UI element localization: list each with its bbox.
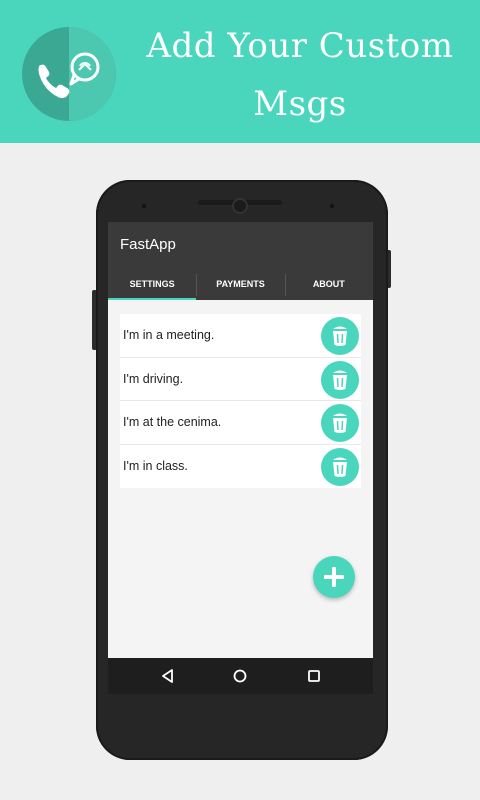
back-icon: [162, 669, 173, 683]
list-item[interactable]: I'm driving.: [120, 358, 361, 401]
list-item[interactable]: I'm at the cenima.: [120, 401, 361, 445]
message-text: I'm in a meeting.: [123, 328, 215, 342]
list-item[interactable]: I'm in class.: [120, 445, 361, 489]
delete-button[interactable]: [321, 317, 359, 355]
delete-button[interactable]: [321, 404, 359, 442]
app-toolbar: FastApp SETTINGS PAYMENTS ABOUT: [108, 222, 373, 300]
trash-icon: [333, 457, 347, 477]
tab-about[interactable]: ABOUT: [284, 270, 373, 300]
delete-button[interactable]: [321, 447, 359, 486]
recents-button[interactable]: [304, 666, 324, 686]
home-button[interactable]: [230, 666, 250, 686]
list-item[interactable]: I'm in a meeting.: [120, 314, 361, 358]
add-message-button[interactable]: [313, 556, 355, 598]
home-icon: [233, 669, 247, 683]
trash-icon: [333, 370, 347, 390]
chat-bubble-icon: [69, 52, 100, 86]
front-camera: [232, 198, 248, 214]
delete-button[interactable]: [321, 360, 359, 399]
message-text: I'm in class.: [123, 458, 188, 473]
selected-tab-indicator: [108, 298, 196, 300]
proximity-sensor: [142, 204, 146, 208]
phone-icon: [38, 64, 70, 99]
app-title: FastApp: [120, 236, 176, 253]
plus-icon: [324, 567, 344, 587]
message-text: I'm at the cenima.: [123, 415, 222, 429]
phone-screen: FastApp SETTINGS PAYMENTS ABOUT I'm in a…: [108, 222, 373, 694]
banner-title-line2: Msgs: [253, 84, 347, 124]
recents-icon: [308, 670, 320, 682]
android-nav-bar: [108, 658, 373, 694]
app-logo: [22, 27, 116, 121]
banner-title-line1: Add Your Custom: [146, 26, 454, 66]
trash-icon: [333, 413, 347, 433]
back-button[interactable]: [158, 666, 178, 686]
message-text: I'm driving.: [123, 371, 184, 386]
light-sensor: [330, 204, 334, 208]
trash-icon: [333, 326, 347, 346]
tab-settings[interactable]: SETTINGS: [108, 270, 196, 300]
message-list: I'm in a meeting. I'm driving. I'm at th…: [120, 314, 361, 488]
tab-bar: SETTINGS PAYMENTS ABOUT: [108, 270, 373, 300]
header-banner: Add Your Custom Msgs: [0, 0, 480, 143]
tab-payments[interactable]: PAYMENTS: [196, 270, 284, 300]
